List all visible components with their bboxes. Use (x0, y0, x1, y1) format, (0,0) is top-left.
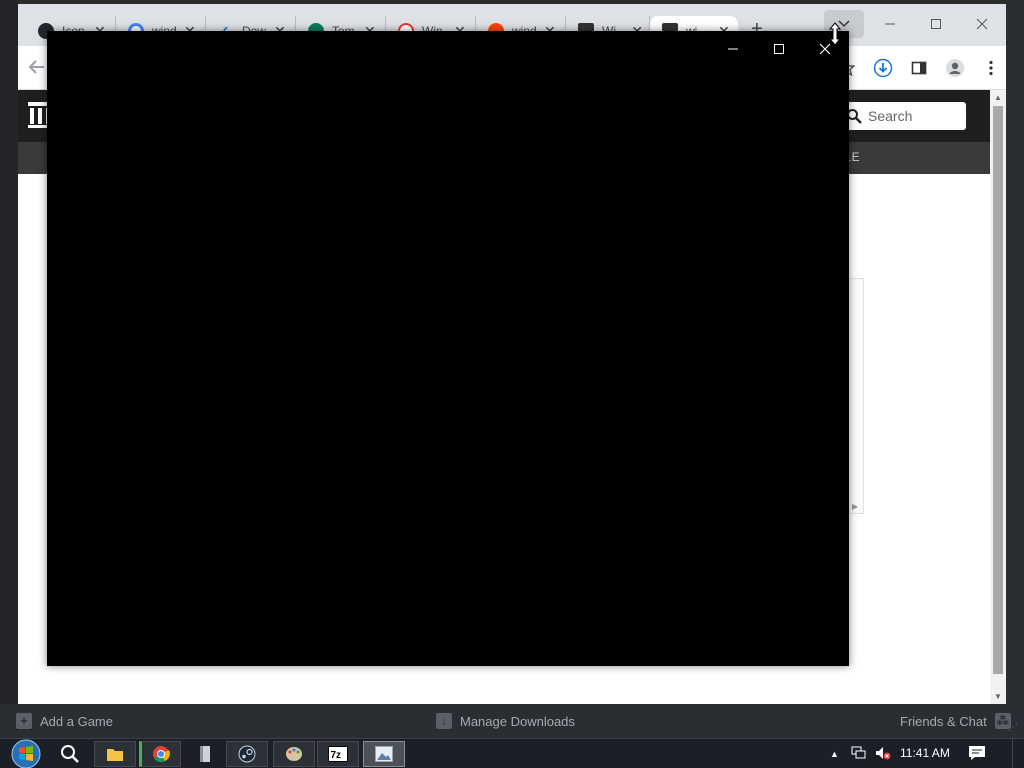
7zip-icon: 7z (328, 746, 348, 762)
taskbar-clock[interactable]: 11:41 AM (900, 746, 950, 760)
system-tray: ▲ (830, 739, 891, 768)
steam-icon (238, 745, 256, 763)
profile-avatar-icon (946, 59, 964, 77)
taskbar-photos[interactable] (363, 741, 405, 767)
page-content-panel: ▶ (848, 278, 864, 514)
site-search-input[interactable] (868, 108, 958, 124)
scroll-down-icon[interactable]: ▼ (994, 692, 1002, 701)
kebab-menu-icon (989, 60, 993, 76)
taskbar-steam[interactable] (226, 741, 268, 767)
minimize-icon (728, 48, 738, 50)
maximize-icon (774, 44, 784, 54)
resize-cursor-icon (828, 22, 842, 51)
windows-taskbar: 7z ▲ 11:41 AM (0, 738, 1024, 768)
popup-maximize-button[interactable] (764, 37, 794, 61)
download-icon: ↓ (436, 713, 452, 729)
document-icon (200, 746, 210, 762)
add-game-label: Add a Game (40, 713, 113, 729)
taskbar-chrome[interactable] (139, 741, 181, 767)
search-icon (61, 745, 79, 763)
desktop-edge-left (0, 0, 18, 738)
taskbar-file-explorer[interactable] (94, 741, 136, 767)
browser-maximize-button[interactable] (916, 10, 956, 38)
popup-minimize-button[interactable] (718, 37, 748, 61)
arrow-left-icon (28, 60, 44, 74)
taskbar-7zip[interactable]: 7z (317, 741, 359, 767)
taskbar-app[interactable] (184, 741, 226, 767)
search-button[interactable] (60, 744, 80, 768)
scroll-up-icon[interactable]: ▲ (994, 93, 1002, 102)
manage-downloads-button[interactable]: ↓ Manage Downloads (436, 713, 575, 729)
svg-text:7z: 7z (331, 750, 342, 761)
paint-palette-icon (286, 747, 302, 761)
steam-bottom-bar: + Add a Game ↓ Manage Downloads Friends … (0, 704, 1024, 738)
show-hidden-icons-button[interactable]: ▲ (830, 749, 839, 759)
menu-button[interactable] (978, 55, 1004, 81)
profile-button[interactable] (942, 55, 968, 81)
volume-muted-icon[interactable] (875, 746, 891, 763)
page-scrollbar[interactable]: ▲ ▼ (990, 90, 1006, 704)
site-search-box[interactable] (838, 102, 966, 130)
taskbar-paint[interactable] (273, 741, 315, 767)
windows-logo-icon (11, 739, 41, 768)
chrome-icon (153, 746, 170, 763)
desktop-edge-right (1006, 0, 1024, 738)
image-icon (375, 746, 393, 762)
show-desktop-button[interactable] (1012, 739, 1024, 768)
downloads-button[interactable] (870, 55, 896, 81)
side-panel-icon (911, 61, 927, 75)
browser-minimize-button[interactable] (870, 10, 910, 38)
friends-chat-button[interactable]: Friends & Chat ⁂ (900, 713, 1019, 729)
start-button[interactable] (10, 739, 42, 768)
browser-close-button[interactable] (962, 10, 1002, 38)
toolbar-actions (834, 54, 1004, 82)
manage-downloads-label: Manage Downloads (460, 713, 575, 729)
download-icon (873, 58, 893, 78)
add-game-button[interactable]: + Add a Game (16, 713, 113, 729)
friends-chat-label: Friends & Chat (900, 713, 987, 729)
folder-icon (107, 749, 123, 761)
scroll-right-icon[interactable]: ▶ (852, 502, 858, 511)
network-icon[interactable] (851, 746, 867, 763)
minimize-icon (885, 23, 895, 25)
close-icon (976, 18, 988, 30)
plus-icon: + (16, 713, 32, 729)
blank-popup-window[interactable] (47, 31, 849, 666)
side-panel-button[interactable] (906, 55, 932, 81)
resize-grip-icon[interactable]: ⋰ (1008, 722, 1018, 733)
maximize-icon (931, 19, 941, 29)
back-button[interactable] (28, 56, 46, 82)
scrollbar-thumb[interactable] (993, 106, 1003, 674)
action-center-button[interactable] (968, 744, 986, 767)
notification-icon (969, 746, 985, 760)
